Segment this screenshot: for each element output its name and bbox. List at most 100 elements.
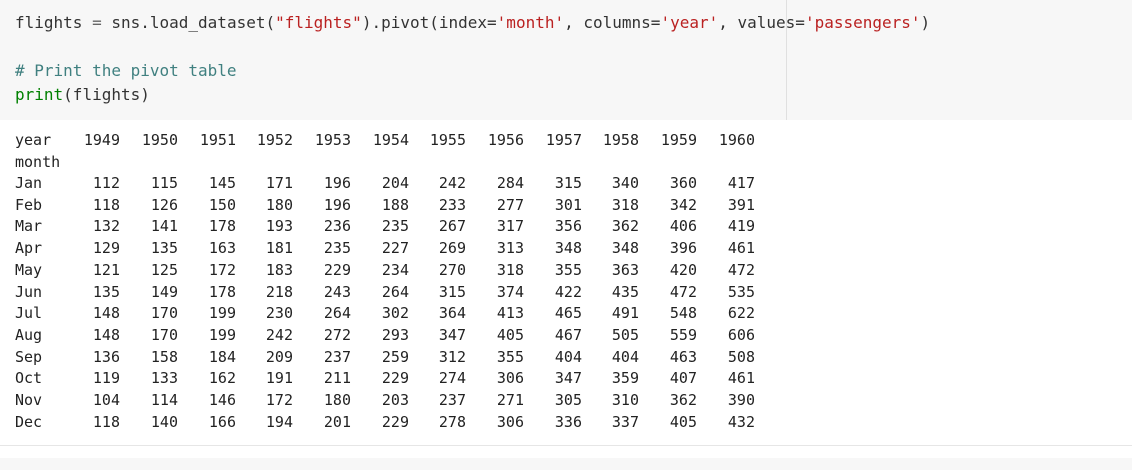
code-cell[interactable]: flights = sns.load_dataset("flights").pi… xyxy=(0,0,1132,120)
passenger-count: 191 xyxy=(265,369,293,388)
table-header-row: year 1949 1950 1951 1952 1953 1954 1955 1956 1957… xyxy=(15,129,775,151)
passenger-count: 229 xyxy=(323,260,351,279)
index-name-row: month xyxy=(15,151,775,173)
passenger-count: 170 xyxy=(150,304,178,323)
table-row: Feb 118 126 150 180 196 188 233 277 301 318 342 391 xyxy=(15,194,775,216)
passenger-count: 227 xyxy=(381,239,409,258)
passenger-count: 396 xyxy=(669,239,697,258)
passenger-count: 422 xyxy=(554,282,582,301)
passenger-count: 267 xyxy=(438,217,466,236)
passenger-count: 465 xyxy=(554,304,582,323)
output-cell: year 1949 1950 1951 1952 1953 1954 1955 1956 1957… xyxy=(0,120,1132,445)
passenger-count: 461 xyxy=(727,369,755,388)
passenger-count: 269 xyxy=(438,239,466,258)
passenger-count: 180 xyxy=(265,195,293,214)
passenger-count: 407 xyxy=(669,369,697,388)
passenger-count: 129 xyxy=(92,239,120,258)
cell-divider xyxy=(0,445,1132,446)
passenger-count: 140 xyxy=(150,412,178,431)
column-axis-label: year xyxy=(15,131,52,149)
passenger-count: 342 xyxy=(669,195,697,214)
passenger-count: 243 xyxy=(323,282,351,301)
passenger-count: 348 xyxy=(611,239,639,258)
passenger-count: 132 xyxy=(92,217,120,236)
passenger-count: 201 xyxy=(323,412,351,431)
passenger-count: 211 xyxy=(323,369,351,388)
passenger-count: 178 xyxy=(208,217,236,236)
month-label: Mar xyxy=(15,217,43,236)
passenger-count: 318 xyxy=(496,260,524,279)
passenger-count: 136 xyxy=(92,347,120,366)
passenger-count: 463 xyxy=(669,347,697,366)
passenger-count: 390 xyxy=(727,391,755,409)
passenger-count: 302 xyxy=(381,304,409,323)
passenger-count: 104 xyxy=(92,391,120,409)
passenger-count: 183 xyxy=(265,260,293,279)
code-string: "flights" xyxy=(275,13,362,32)
passenger-count: 178 xyxy=(208,282,236,301)
passenger-count: 163 xyxy=(208,239,236,258)
table-row: Jan 112 115 145 171 196 204 242 284 315 340 360 417 xyxy=(15,172,775,194)
passenger-count: 118 xyxy=(92,195,120,214)
year-header: 1949 xyxy=(83,131,120,149)
passenger-count: 312 xyxy=(438,347,466,366)
passenger-count: 150 xyxy=(208,195,236,214)
code-line-load[interactable]: flights = sns.load_dataset("flights").pi… xyxy=(15,12,930,34)
month-label: Nov xyxy=(15,391,43,409)
passenger-count: 171 xyxy=(265,174,293,192)
passenger-count: 315 xyxy=(554,174,582,192)
passenger-count: 242 xyxy=(265,325,293,344)
table-row: Mar 132 141 178 193 236 235 267 317 356 362 406 419 xyxy=(15,215,775,237)
code-line-comment[interactable]: # Print the pivot table xyxy=(15,60,237,82)
passenger-count: 336 xyxy=(554,412,582,431)
passenger-count: 149 xyxy=(150,282,178,301)
passenger-count: 115 xyxy=(150,174,178,192)
month-label: Jun xyxy=(15,282,43,301)
code-token: sns.load_dataset( xyxy=(111,13,276,32)
passenger-count: 146 xyxy=(208,391,236,409)
passenger-count: 237 xyxy=(323,347,351,366)
passenger-count: 359 xyxy=(611,369,639,388)
passenger-count: 188 xyxy=(381,195,409,214)
passenger-count: 135 xyxy=(150,239,178,258)
passenger-count: 461 xyxy=(727,239,755,258)
code-string: 'month' xyxy=(496,13,565,32)
passenger-count: 235 xyxy=(323,239,351,258)
code-token: = xyxy=(82,13,112,32)
year-header: 1953 xyxy=(314,131,351,149)
passenger-count: 235 xyxy=(381,217,409,236)
passenger-count: 141 xyxy=(150,217,178,236)
passenger-count: 264 xyxy=(323,304,351,323)
passenger-count: 172 xyxy=(265,391,293,409)
code-line-print[interactable]: print(flights) xyxy=(15,84,150,106)
passenger-count: 472 xyxy=(669,282,697,301)
passenger-count: 491 xyxy=(611,304,639,323)
index-axis-label: month xyxy=(15,153,61,171)
passenger-count: 348 xyxy=(554,239,582,258)
passenger-count: 432 xyxy=(727,412,755,431)
passenger-count: 274 xyxy=(438,369,466,388)
year-header: 1955 xyxy=(429,131,466,149)
code-function: print xyxy=(15,85,64,104)
year-header: 1952 xyxy=(256,131,293,149)
table-row: Jun 135 149 178 218 243 264 315 374 422 435 472 535 xyxy=(15,281,775,303)
passenger-count: 181 xyxy=(265,239,293,258)
month-label: Sep xyxy=(15,347,43,366)
passenger-count: 114 xyxy=(150,391,178,409)
passenger-count: 318 xyxy=(611,195,639,214)
table-row: Jul 148 170 199 230 264 302 364 413 465 491 548 622 xyxy=(15,302,775,324)
table-row: May 121 125 172 183 229 234 270 318 355 363 420 472 xyxy=(15,259,775,281)
month-label: Dec xyxy=(15,412,43,431)
table-row: Sep 136 158 184 209 237 259 312 355 404 404 463 508 xyxy=(15,346,775,368)
passenger-count: 310 xyxy=(611,391,639,409)
passenger-count: 505 xyxy=(611,325,639,344)
month-label: Jul xyxy=(15,304,43,323)
next-cell-strip[interactable] xyxy=(0,458,1132,470)
passenger-count: 172 xyxy=(208,260,236,279)
passenger-count: 622 xyxy=(727,304,755,323)
passenger-count: 234 xyxy=(381,260,409,279)
passenger-count: 148 xyxy=(92,325,120,344)
passenger-count: 363 xyxy=(611,260,639,279)
passenger-count: 218 xyxy=(265,282,293,301)
passenger-count: 404 xyxy=(554,347,582,366)
